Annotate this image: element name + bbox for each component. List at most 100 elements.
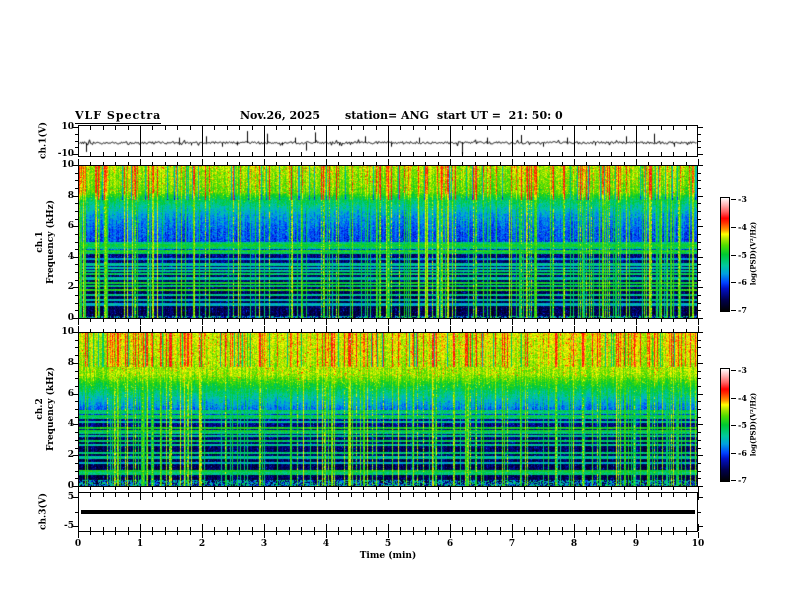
minute-grid-line — [636, 126, 637, 156]
x-tick-mark — [289, 126, 290, 130]
x-tick-mark — [586, 527, 587, 531]
x-tick-mark — [661, 319, 662, 322]
y-tick-label: 0 — [67, 313, 74, 323]
x-tick-mark — [624, 162, 625, 165]
x-tick-mark — [686, 487, 687, 490]
x-tick-mark — [624, 319, 625, 322]
y-tick-mark — [698, 287, 703, 288]
x-tick-mark — [648, 527, 649, 531]
x-tick-label: 10 — [691, 539, 705, 549]
x-tick-mark — [227, 126, 228, 130]
x-tick-mark — [214, 487, 215, 490]
y-tick-label: 10 — [61, 160, 74, 170]
x-tick-mark — [524, 493, 525, 497]
x-tick-mark — [475, 319, 476, 322]
x-tick-mark — [103, 162, 104, 165]
x-tick-mark — [376, 527, 377, 531]
x-tick-mark — [165, 126, 166, 130]
y-tick-label: 4 — [67, 252, 74, 262]
x-tick-mark — [115, 319, 116, 322]
x-tick-mark — [177, 493, 178, 497]
x-tick-mark — [227, 319, 228, 322]
x-tick-mark — [115, 329, 116, 332]
x-tick-mark — [586, 319, 587, 322]
x-tick-mark — [78, 319, 79, 325]
x-tick-mark — [301, 493, 302, 497]
x-tick-mark — [599, 162, 600, 165]
x-tick-mark — [128, 329, 129, 332]
x-tick-mark — [549, 329, 550, 332]
colorbar-tick-label: -3 — [738, 194, 747, 204]
y-tick-mark — [698, 188, 701, 189]
x-tick-mark — [413, 329, 414, 332]
x-tick-mark — [698, 319, 699, 325]
x-tick-mark — [276, 493, 277, 497]
x-tick-mark — [400, 126, 401, 130]
x-tick-mark — [611, 329, 612, 332]
x-tick-mark — [512, 524, 513, 531]
y-tick-mark — [698, 463, 701, 464]
x-tick-mark — [624, 126, 625, 130]
x-tick-mark — [648, 532, 649, 535]
x-tick-mark — [276, 532, 277, 535]
y-tick-mark — [698, 486, 703, 487]
x-tick-mark — [152, 487, 153, 490]
colorbar-tick — [731, 397, 736, 399]
y-tick-label: -10 — [57, 149, 74, 159]
x-tick-mark — [500, 319, 501, 322]
x-tick-mark — [227, 532, 228, 535]
x-tick-mark — [314, 532, 315, 535]
x-tick-mark — [190, 487, 191, 490]
x-tick-mark — [388, 159, 389, 165]
x-tick-mark — [338, 152, 339, 156]
x-tick-mark — [537, 126, 538, 130]
colorbar-tick-label: -4 — [738, 221, 747, 232]
x-tick-mark — [202, 493, 203, 500]
x-tick-mark — [450, 159, 451, 165]
x-tick-mark — [289, 493, 290, 497]
x-tick-mark — [686, 329, 687, 332]
x-tick-mark — [624, 487, 625, 490]
x-tick-mark — [276, 527, 277, 531]
ch2-spectrogram-canvas — [79, 333, 697, 486]
minute-grid-line — [574, 126, 575, 156]
y-tick-mark — [75, 219, 78, 220]
x-tick-mark — [450, 493, 451, 500]
x-tick-mark — [103, 319, 104, 322]
x-tick-mark — [388, 524, 389, 531]
y-tick-mark — [698, 424, 703, 425]
x-tick-mark — [314, 329, 315, 332]
x-tick-mark — [214, 532, 215, 535]
x-tick-mark — [661, 329, 662, 332]
x-tick-mark — [128, 487, 129, 490]
x-tick-mark — [611, 527, 612, 531]
y-tick-mark — [698, 386, 701, 387]
x-tick-mark — [152, 329, 153, 332]
x-tick-mark — [537, 319, 538, 322]
y-tick-mark — [698, 219, 701, 220]
x-tick-mark — [512, 326, 513, 332]
x-tick-mark — [252, 126, 253, 130]
y-tick-mark — [75, 371, 78, 372]
x-tick-mark — [177, 152, 178, 156]
y-tick-mark — [75, 203, 78, 204]
x-tick-mark — [90, 162, 91, 165]
x-tick-mark — [252, 329, 253, 332]
x-tick-mark — [462, 126, 463, 130]
x-tick-mark — [376, 487, 377, 490]
x-tick-mark — [376, 162, 377, 165]
x-tick-mark — [351, 152, 352, 156]
x-tick-mark — [190, 329, 191, 332]
x-tick-mark — [338, 527, 339, 531]
y-tick-mark — [698, 234, 701, 235]
x-tick-mark — [562, 126, 563, 130]
x-tick-mark — [90, 487, 91, 490]
x-tick-mark — [524, 319, 525, 322]
x-tick-mark — [450, 319, 451, 325]
ch3-signal-line — [81, 510, 695, 514]
y-tick-mark — [698, 440, 701, 441]
x-tick-mark — [103, 527, 104, 531]
x-tick-mark — [599, 329, 600, 332]
x-tick-mark — [599, 319, 600, 322]
y-tick-mark — [698, 211, 701, 212]
